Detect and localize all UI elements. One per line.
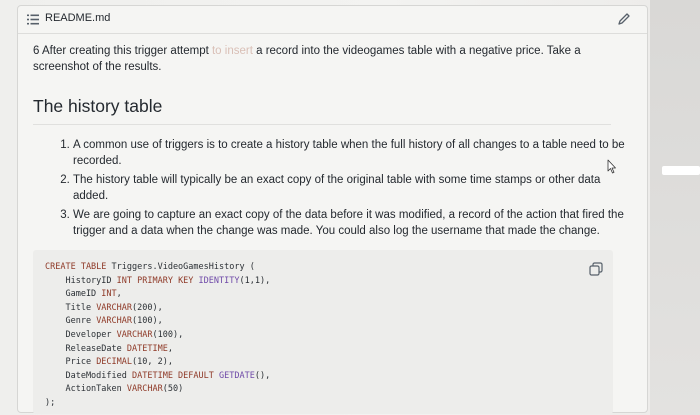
code-function: IDENTITY [198,275,240,286]
code-line: ); [45,398,55,408]
code-text: HistoryID [45,275,117,286]
section-heading: The history table [33,96,163,116]
screenshot-frame: README.md 6 After creating this trigger … [0,0,700,415]
sql-code: CREATE TABLE Triggers.VideoGamesHistory … [45,261,270,411]
cursor-icon [607,159,616,174]
code-text: (1,1), [239,275,271,286]
file-header: README.md [18,6,647,34]
code-keyword: VARCHAR [126,384,163,395]
readme-content: 6 After creating this trigger attempt to… [33,43,625,242]
heading-divider [33,124,611,125]
code-line: GameID INT, [45,289,122,300]
code-line: Price DECIMAL(10, 2), [45,357,173,367]
code-text: (100), [132,316,163,327]
code-line: HistoryID INT PRIMARY KEY IDENTITY(1,1), [45,276,270,286]
list-item: The history table will typically be an e… [73,172,633,204]
code-text: DateModified [45,370,132,381]
intro-text-faded: to insert [211,45,253,57]
code-text: (200), [132,302,163,313]
code-keyword: VARCHAR [96,316,133,327]
code-text: , [167,343,173,354]
code-keyword: CREATE TABLE [45,262,112,272]
code-keyword: INT PRIMARY KEY [116,275,199,286]
intro-paragraph: 6 After creating this trigger attempt to… [33,43,593,75]
adjacent-window-strip [650,0,700,415]
code-line: Title VARCHAR(200), [45,302,163,313]
code-line: DateModified DATETIME DEFAULT GETDATE(), [45,371,270,381]
code-line: ReleaseDate DATETIME, [45,344,173,354]
code-text: ActionTaken [45,384,127,395]
code-function: GETDATE [219,370,255,381]
file-name: README.md [45,12,111,24]
readme-panel: README.md 6 After creating this trigger … [17,5,648,414]
code-text: ); [45,397,56,408]
code-keyword: DECIMAL [96,357,133,368]
history-list: A common use of triggers is to create a … [33,137,633,239]
adjacent-window-bar [662,166,700,175]
code-line: CREATE TABLE Triggers.VideoGamesHistory … [45,262,255,272]
code-text: Title [45,302,97,313]
intro-text-start: 6 After creating this trigger attempt [33,45,212,57]
code-keyword: VARCHAR [116,329,153,340]
copy-icon[interactable] [589,262,603,276]
code-text: Triggers.VideoGamesHistory ( [111,262,255,272]
code-line: ActionTaken VARCHAR(50) [45,384,183,394]
code-text: Developer [45,329,117,340]
code-text: (), [254,370,271,381]
list-item: We are going to capture an exact copy of… [73,207,633,239]
code-keyword: VARCHAR [96,302,133,313]
code-text: , [116,289,122,300]
code-text: ReleaseDate [45,343,127,354]
code-text: Genre [45,316,97,327]
code-keyword: DATETIME [126,343,168,354]
code-text: GameID [45,289,102,300]
code-text: (100), [152,329,184,340]
code-text: (10, 2), [132,357,173,368]
code-block: CREATE TABLE Triggers.VideoGamesHistory … [33,250,613,414]
list-icon[interactable] [27,14,39,25]
code-keyword: INT [101,289,117,300]
code-text: Price [45,357,97,368]
list-item: A common use of triggers is to create a … [73,137,633,169]
code-line: Developer VARCHAR(100), [45,330,183,340]
pencil-icon[interactable] [617,12,631,26]
code-keyword: DATETIME DEFAULT [132,370,219,381]
code-text: (50) [162,384,184,395]
code-line: Genre VARCHAR(100), [45,316,163,327]
